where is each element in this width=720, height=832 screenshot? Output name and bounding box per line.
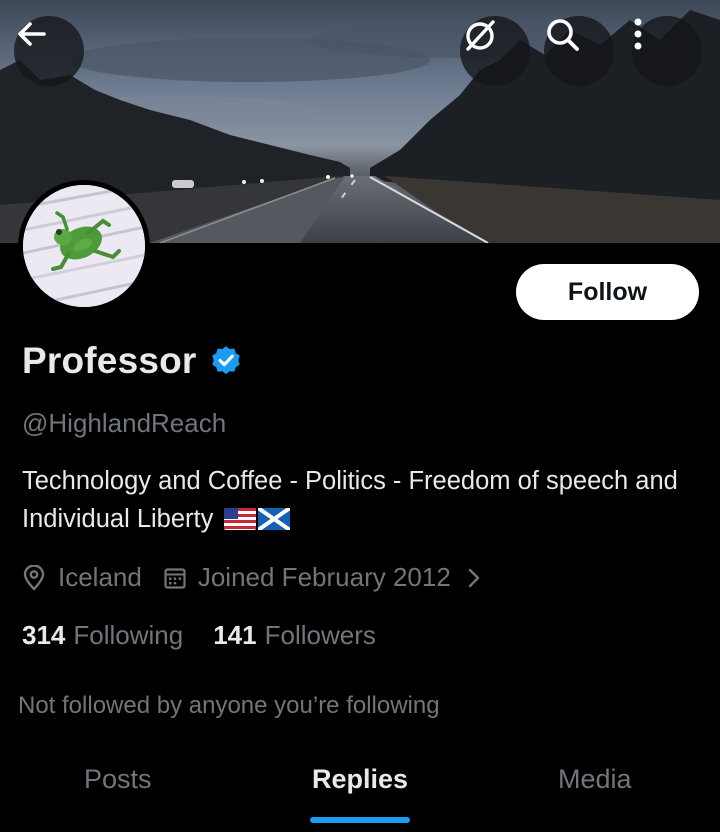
- location-text: Iceland: [58, 562, 142, 592]
- profile-screen: Follow Professor @HighlandReach Technolo…: [0, 0, 720, 832]
- bio-text: Technology and Coffee - Politics - Freed…: [22, 467, 678, 533]
- tab-media[interactable]: Media: [558, 764, 632, 795]
- more-vertical-icon: [634, 18, 642, 50]
- follow-button[interactable]: Follow: [516, 264, 699, 320]
- following-stat[interactable]: 314 Following: [22, 620, 213, 651]
- followers-label: Followers: [264, 620, 376, 650]
- avatar[interactable]: [18, 180, 150, 312]
- profile-tabs: Posts Replies Media: [0, 740, 720, 832]
- tab-posts[interactable]: Posts: [84, 764, 152, 795]
- user-handle: @HighlandReach: [22, 408, 227, 438]
- verified-badge-icon[interactable]: [209, 344, 243, 378]
- search-button[interactable]: [544, 16, 614, 86]
- following-count: 314: [22, 620, 66, 650]
- joined-item[interactable]: Joined February 2012: [164, 562, 487, 593]
- calendar-icon: [164, 567, 186, 589]
- profile-meta: Iceland Joined February 2012: [22, 562, 509, 593]
- location-pin-icon: [23, 564, 45, 590]
- followers-stat[interactable]: 141 Followers: [213, 620, 406, 651]
- arrow-left-icon: [18, 22, 46, 46]
- grok-button[interactable]: [460, 16, 530, 86]
- follow-stats: 314 Following 141 Followers: [22, 620, 406, 651]
- avatar-image: [23, 185, 145, 307]
- search-icon: [547, 19, 579, 51]
- scotland-flag-icon: [258, 508, 291, 530]
- display-name: Professor: [22, 340, 197, 381]
- tab-replies[interactable]: Replies: [312, 764, 408, 795]
- frog-photo: [23, 185, 145, 307]
- more-options-button[interactable]: [632, 16, 702, 86]
- profile-bio: Technology and Coffee - Politics - Freed…: [22, 462, 702, 538]
- us-flag-icon: [224, 508, 257, 530]
- chevron-right-icon: [468, 568, 479, 587]
- followed-by-note: Not followed by anyone you’re following: [18, 692, 440, 719]
- following-label: Following: [73, 620, 184, 650]
- active-tab-indicator: [310, 817, 410, 823]
- joined-text: Joined February 2012: [197, 562, 451, 592]
- location-item: Iceland: [22, 562, 142, 593]
- name-row: Professor: [22, 340, 243, 382]
- back-button[interactable]: [14, 16, 84, 86]
- grok-icon: [466, 20, 495, 51]
- followers-count: 141: [213, 620, 257, 650]
